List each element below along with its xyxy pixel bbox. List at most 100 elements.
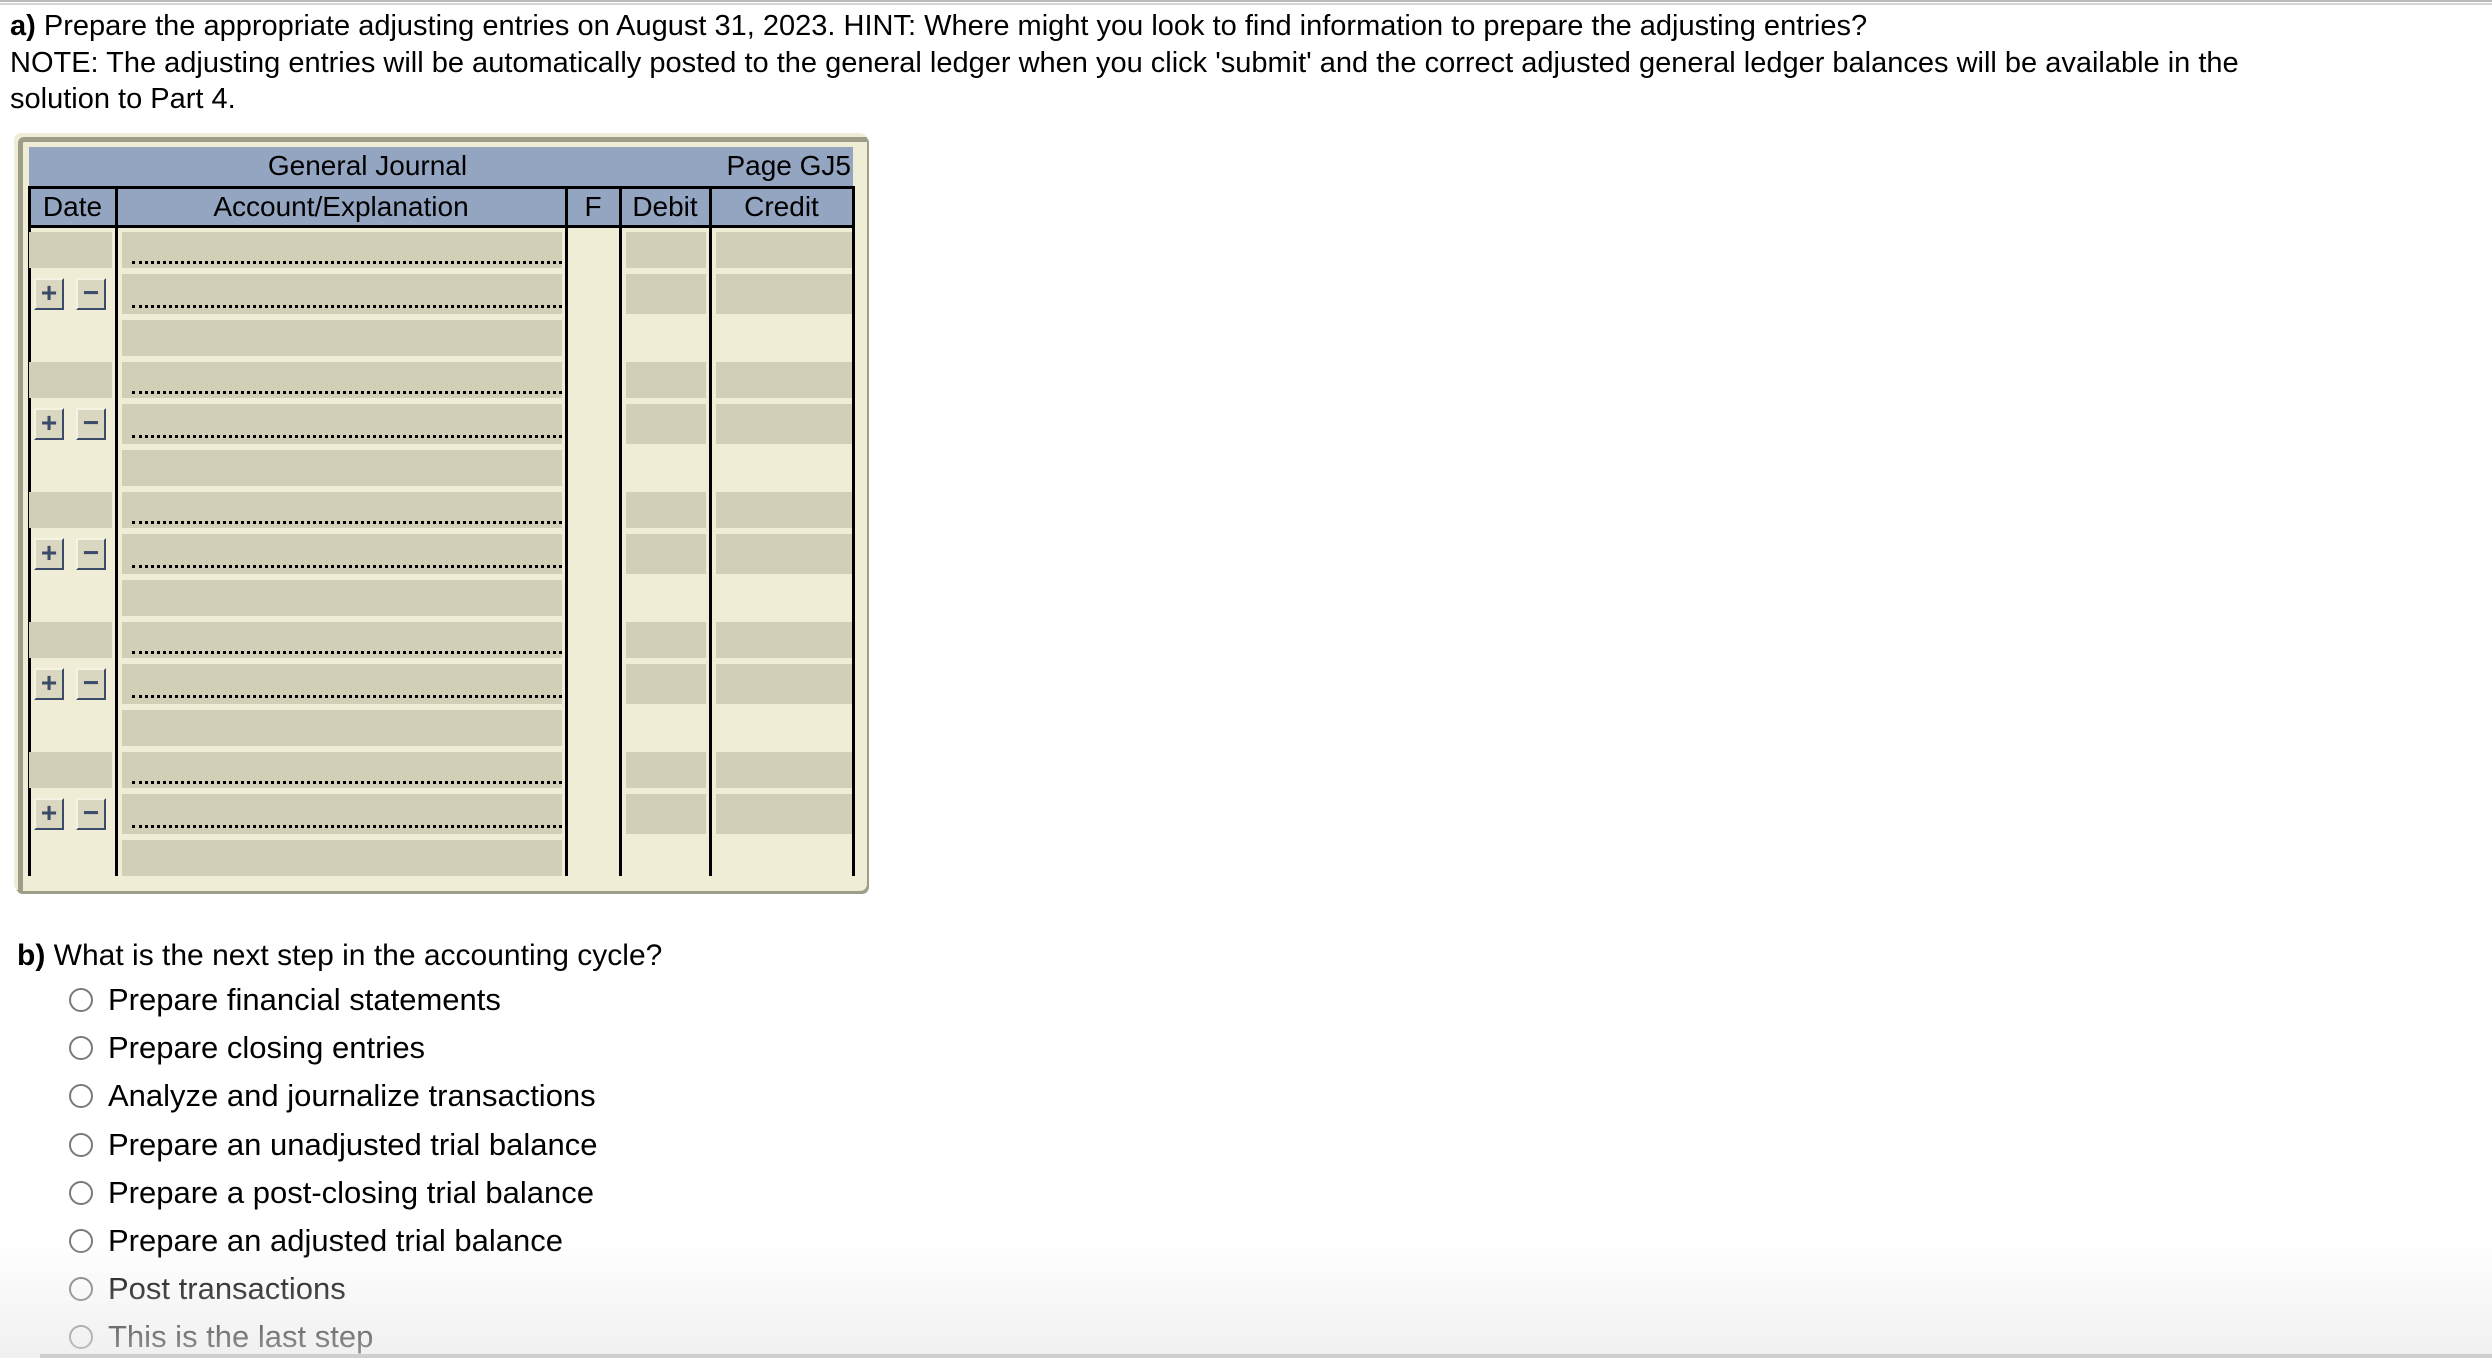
remove-row-button[interactable]: − [76, 278, 106, 310]
debit-input[interactable] [626, 492, 706, 528]
radio-button[interactable] [69, 1132, 93, 1157]
top-border-secondary [0, 3, 2492, 5]
option-label[interactable]: Prepare a post-closing trial balance [108, 1175, 594, 1211]
add-row-button[interactable]: + [34, 408, 64, 440]
debit-input[interactable] [626, 622, 706, 658]
column-rule-date [115, 186, 118, 876]
account-dotted-rule [132, 261, 562, 264]
date-input[interactable] [29, 232, 112, 268]
credit-input[interactable] [716, 534, 852, 574]
option-label[interactable]: Analyze and journalize transactions [108, 1078, 596, 1114]
explanation-input[interactable] [122, 580, 562, 616]
column-header-credit: Credit [744, 191, 819, 222]
add-row-button[interactable]: + [34, 668, 64, 700]
part-a-note-cont: solution to Part 4. [10, 83, 236, 115]
option-label[interactable]: Post transactions [108, 1271, 346, 1307]
credit-input[interactable] [716, 232, 852, 268]
option-label[interactable]: This is the last step [108, 1319, 373, 1355]
column-rule-debit [709, 186, 712, 876]
credit-input[interactable] [716, 492, 852, 528]
part-a-note: NOTE: The adjusting entries will be auto… [10, 47, 2239, 79]
option-label[interactable]: Prepare an unadjusted trial balance [108, 1127, 597, 1163]
explanation-input[interactable] [122, 450, 562, 486]
journal-page-number: Page GJ5 [726, 150, 851, 181]
radio-button[interactable] [69, 1325, 93, 1350]
part-b-question: b) What is the next step in the accounti… [17, 938, 662, 974]
journal-title-bar: General Journal Page GJ5 [29, 147, 853, 186]
radio-button[interactable] [69, 988, 93, 1012]
account-dotted-rule [132, 391, 562, 394]
credit-input[interactable] [716, 274, 852, 314]
bottom-border [40, 1354, 2492, 1358]
date-input[interactable] [29, 622, 112, 658]
account-dotted-rule [132, 825, 562, 828]
account-input[interactable] [122, 534, 562, 574]
date-input[interactable] [29, 752, 112, 788]
debit-input[interactable] [626, 664, 706, 704]
account-input[interactable] [122, 404, 562, 444]
account-dotted-rule [132, 781, 562, 784]
remove-row-button[interactable]: − [76, 668, 106, 700]
option-radio-row[interactable]: Prepare a post-closing trial balance [69, 1173, 594, 1213]
part-a-label: a) [10, 10, 36, 42]
column-rule-f [619, 186, 622, 876]
radio-button[interactable] [69, 1036, 93, 1061]
remove-row-button[interactable]: − [76, 408, 106, 440]
debit-input[interactable] [626, 274, 706, 314]
option-radio-row[interactable]: Prepare an unadjusted trial balance [69, 1125, 597, 1165]
add-row-button[interactable]: + [34, 538, 64, 570]
account-dotted-rule [132, 565, 562, 568]
option-radio-row[interactable]: This is the last step [69, 1317, 373, 1357]
credit-input[interactable] [716, 794, 852, 834]
radio-button[interactable] [69, 1084, 93, 1109]
radio-button[interactable] [69, 1277, 93, 1302]
remove-row-button[interactable]: − [76, 538, 106, 570]
account-dotted-rule [132, 651, 562, 654]
debit-input[interactable] [626, 794, 706, 834]
credit-input[interactable] [716, 752, 852, 788]
debit-input[interactable] [626, 362, 706, 398]
option-radio-row[interactable]: Prepare closing entries [69, 1028, 425, 1068]
add-row-button[interactable]: + [34, 798, 64, 830]
explanation-input[interactable] [122, 710, 562, 746]
option-radio-row[interactable]: Post transactions [69, 1269, 346, 1309]
option-label[interactable]: Prepare an adjusted trial balance [108, 1223, 563, 1259]
debit-input[interactable] [626, 232, 706, 268]
account-input[interactable] [122, 794, 562, 834]
account-input[interactable] [122, 274, 562, 314]
part-b-label: b) [17, 939, 46, 972]
account-dotted-rule [132, 305, 562, 308]
column-header-date: Date [42, 191, 103, 222]
option-radio-row[interactable]: Prepare financial statements [69, 980, 501, 1020]
credit-input[interactable] [716, 404, 852, 444]
journal-column-headers: Date Account/Explanation F Debit Credit [29, 186, 855, 228]
radio-button[interactable] [69, 1229, 93, 1253]
credit-input[interactable] [716, 622, 852, 658]
option-label[interactable]: Prepare closing entries [108, 1030, 425, 1066]
column-header-debit: Debit [632, 191, 698, 222]
credit-input[interactable] [716, 362, 852, 398]
remove-row-button[interactable]: − [76, 798, 106, 830]
credit-input[interactable] [716, 664, 852, 704]
date-input[interactable] [29, 492, 112, 528]
part-a-instruction: Prepare the appropriate adjusting entrie… [43, 10, 1868, 42]
account-dotted-rule [132, 695, 562, 698]
account-dotted-rule [132, 435, 562, 438]
part-a-line-1: a) Prepare the appropriate adjusting ent… [10, 8, 1867, 45]
account-input[interactable] [122, 664, 562, 704]
date-input[interactable] [29, 362, 112, 398]
explanation-input[interactable] [122, 320, 562, 356]
account-dotted-rule [132, 521, 562, 524]
debit-input[interactable] [626, 534, 706, 574]
debit-input[interactable] [626, 404, 706, 444]
column-rule-account [565, 186, 568, 876]
option-radio-row[interactable]: Analyze and journalize transactions [69, 1076, 596, 1116]
column-header-account: Account/Explanation [213, 191, 469, 222]
debit-input[interactable] [626, 752, 706, 788]
option-radio-row[interactable]: Prepare an adjusted trial balance [69, 1221, 563, 1261]
add-row-button[interactable]: + [34, 278, 64, 310]
option-label[interactable]: Prepare financial statements [108, 982, 501, 1018]
explanation-input[interactable] [122, 840, 562, 876]
column-rule-right [852, 186, 855, 876]
radio-button[interactable] [69, 1180, 93, 1205]
